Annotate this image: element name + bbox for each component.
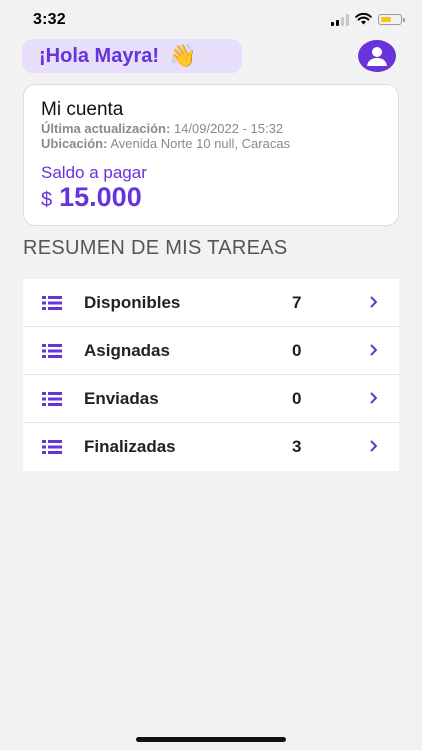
list-icon	[42, 344, 62, 358]
task-row-disponibles[interactable]: Disponibles 7	[23, 279, 399, 327]
balance-amount: 15.000	[59, 182, 142, 212]
last-update-label: Última actualización:	[41, 121, 171, 136]
list-icon	[42, 296, 62, 310]
last-update-value: 14/09/2022 - 15:32	[173, 121, 284, 136]
task-row-enviadas[interactable]: Enviadas 0	[23, 375, 399, 423]
task-count: 3	[292, 437, 302, 456]
chevron-right-icon	[370, 344, 377, 356]
battery-tip	[403, 18, 405, 22]
profile-button[interactable]	[358, 40, 396, 72]
task-count: 7	[292, 293, 302, 312]
currency-symbol: $	[41, 189, 53, 211]
task-label: Finalizadas	[84, 437, 176, 456]
task-row-asignadas[interactable]: Asignadas 0	[23, 327, 399, 375]
balance-value: $ 15.000	[41, 182, 142, 213]
task-count: 0	[292, 389, 302, 408]
balance-label: Saldo a pagar	[41, 163, 147, 182]
task-label: Enviadas	[84, 389, 159, 408]
task-row-finalizadas[interactable]: Finalizadas 3	[23, 423, 399, 471]
section-title: RESUMEN DE MIS TAREAS	[23, 237, 288, 259]
location-label: Ubicación:	[41, 136, 108, 151]
greeting-text: ¡Hola Mayra!	[39, 44, 160, 67]
location-value: Avenida Norte 10 null, Caracas	[110, 136, 291, 151]
list-icon	[42, 440, 62, 454]
user-icon	[367, 47, 387, 66]
wave-emoji: 👋	[169, 43, 197, 68]
status-time: 3:32	[33, 11, 66, 28]
task-label: Disponibles	[84, 293, 181, 312]
location-line: Ubicación: Avenida Norte 10 null, Caraca…	[41, 136, 290, 151]
greeting-banner: ¡Hola Mayra! 👋	[22, 39, 242, 73]
chevron-right-icon	[370, 440, 377, 452]
chevron-right-icon	[370, 296, 377, 308]
task-label: Asignadas	[84, 341, 170, 360]
battery-icon	[378, 14, 402, 25]
last-update-line: Última actualización: 14/09/2022 - 15:32	[41, 121, 283, 136]
wifi-icon	[355, 12, 372, 25]
signal-icon	[331, 14, 349, 26]
list-icon	[42, 392, 62, 406]
home-indicator[interactable]	[136, 737, 286, 742]
chevron-right-icon	[370, 392, 377, 404]
task-list: Disponibles 7 Asignadas 0 Enviadas 0 Fin…	[23, 279, 399, 471]
account-card: Mi cuenta Última actualización: 14/09/20…	[23, 84, 399, 226]
status-bar: 3:32	[0, 0, 422, 40]
account-title: Mi cuenta	[41, 99, 124, 120]
task-count: 0	[292, 341, 302, 360]
